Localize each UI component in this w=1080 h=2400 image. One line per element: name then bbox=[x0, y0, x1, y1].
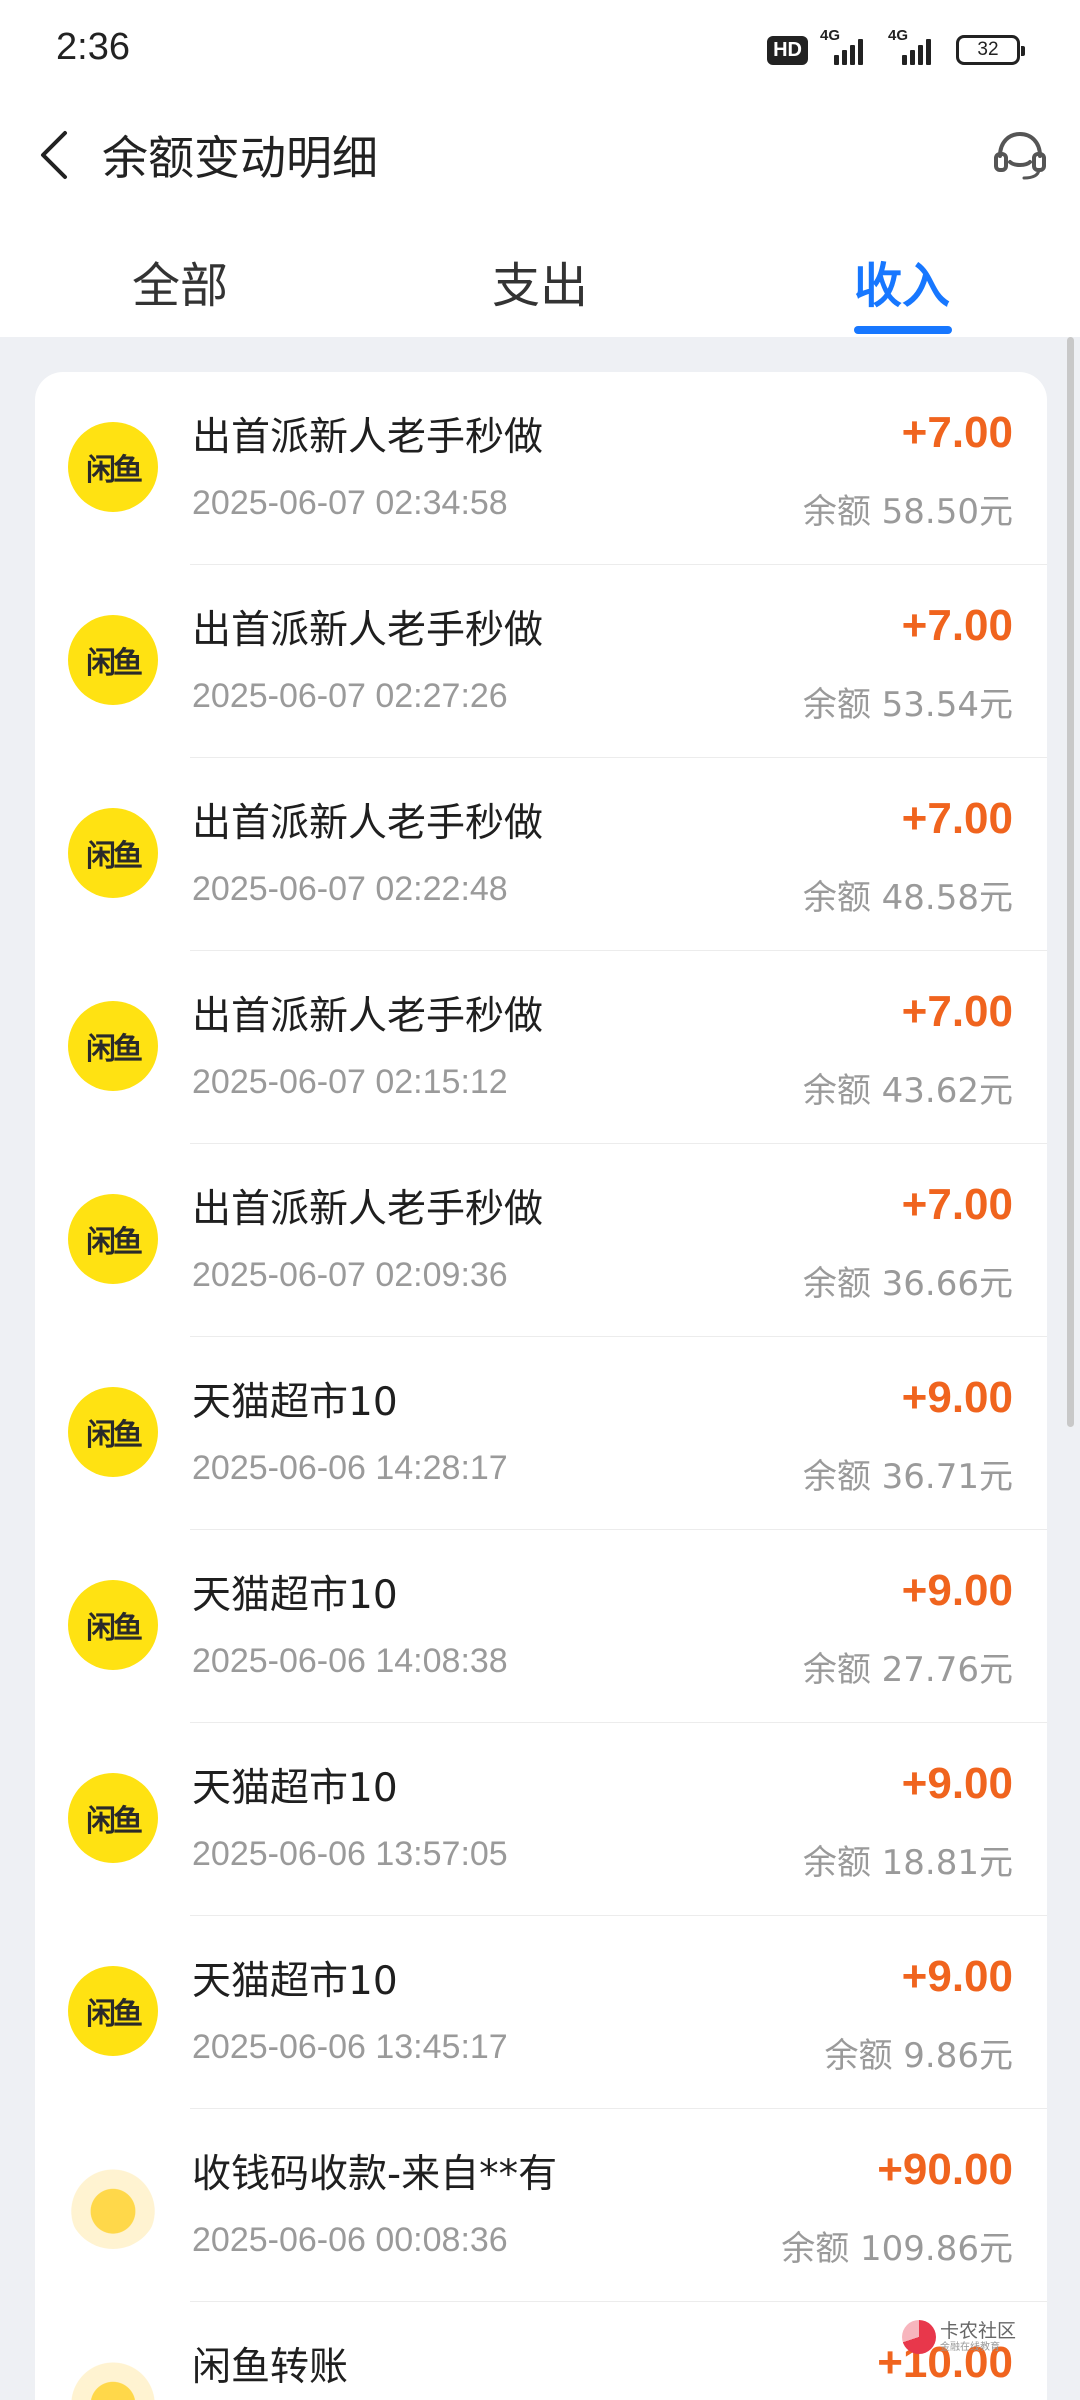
list-item[interactable]: 闲鱼 天猫超市10 2025-06-06 14:28:17 +9.00 余额 36.71… bbox=[35, 1337, 1047, 1530]
item-amount: +90.00 bbox=[877, 2145, 1013, 2194]
item-amount: +7.00 bbox=[901, 601, 1013, 650]
item-timestamp: 2025-06-06 00:08:36 bbox=[192, 2221, 508, 2259]
item-amount: +9.00 bbox=[901, 1952, 1013, 2001]
xianyu-avatar-icon: 闲鱼 bbox=[68, 1194, 158, 1284]
item-timestamp: 2025-06-07 02:09:36 bbox=[192, 1256, 508, 1294]
xianyu-logo-text: 闲鱼 bbox=[86, 453, 143, 488]
tab-income[interactable]: 收入 bbox=[854, 246, 950, 316]
item-title: 出首派新人老手秒做 bbox=[192, 608, 544, 653]
xianyu-avatar-icon: 闲鱼 bbox=[68, 1773, 158, 1863]
top-area: 2:36 HD 4G 4G 32 余额变动明细 全部 支出 收入 bbox=[0, 0, 1080, 337]
duck-avatar-icon bbox=[68, 2352, 158, 2400]
item-balance: 余额 36.71元 bbox=[802, 1457, 1013, 1497]
xianyu-avatar-icon: 闲鱼 bbox=[68, 1001, 158, 1091]
list-item[interactable]: 闲鱼 出首派新人老手秒做 2025-06-07 02:22:48 +7.00 余额 48… bbox=[35, 758, 1047, 951]
signal-icon-2: 4G bbox=[888, 27, 944, 65]
watermark-logo-icon bbox=[902, 2320, 936, 2354]
xianyu-logo-text: 闲鱼 bbox=[86, 646, 143, 681]
item-balance: 余额 53.54元 bbox=[802, 685, 1013, 725]
item-timestamp: 2025-06-06 14:08:38 bbox=[192, 1642, 508, 1680]
customer-service-button[interactable] bbox=[988, 122, 1052, 186]
xianyu-logo-text: 闲鱼 bbox=[86, 1225, 143, 1260]
records-list: 闲鱼 出首派新人老手秒做 2025-06-07 02:34:58 +7.00 余额 58… bbox=[35, 372, 1047, 2400]
item-timestamp: 2025-06-06 14:28:17 bbox=[192, 1449, 508, 1487]
item-balance: 余额 36.66元 bbox=[802, 1264, 1013, 1304]
filter-tabs: 全部 支出 收入 bbox=[0, 230, 1080, 337]
item-balance: 余额 109.86元 bbox=[781, 2229, 1013, 2269]
item-amount: +7.00 bbox=[901, 1180, 1013, 1229]
back-button[interactable] bbox=[24, 120, 84, 190]
item-amount: +9.00 bbox=[901, 1373, 1013, 1422]
battery-icon: 32 bbox=[956, 35, 1025, 65]
xianyu-avatar-icon: 闲鱼 bbox=[68, 1580, 158, 1670]
item-title: 出首派新人老手秒做 bbox=[192, 415, 544, 460]
nav-bar: 余额变动明细 bbox=[0, 100, 1080, 210]
xianyu-avatar-icon: 闲鱼 bbox=[68, 422, 158, 512]
item-title: 出首派新人老手秒做 bbox=[192, 801, 544, 846]
list-item[interactable]: 收钱码收款-来自**有 2025-06-06 00:08:36 +90.00 余额 1… bbox=[35, 2109, 1047, 2302]
hd-icon: HD bbox=[767, 35, 808, 65]
list-item[interactable]: 闲鱼 出首派新人老手秒做 2025-06-07 02:09:36 +7.00 余额 36… bbox=[35, 1144, 1047, 1337]
xianyu-logo-text: 闲鱼 bbox=[86, 1997, 143, 2032]
item-title: 出首派新人老手秒做 bbox=[192, 1187, 544, 1232]
item-balance: 余额 18.81元 bbox=[802, 1843, 1013, 1883]
xianyu-logo-text: 闲鱼 bbox=[86, 1418, 143, 1453]
item-title: 天猫超市10 bbox=[192, 1380, 398, 1425]
xianyu-avatar-icon: 闲鱼 bbox=[68, 1966, 158, 2056]
item-balance: 余额 58.50元 bbox=[802, 492, 1013, 532]
xianyu-avatar-icon: 闲鱼 bbox=[68, 808, 158, 898]
list-item[interactable]: 闲鱼 天猫超市10 2025-06-06 13:57:05 +9.00 余额 18.81… bbox=[35, 1723, 1047, 1916]
item-amount: +7.00 bbox=[901, 408, 1013, 457]
xianyu-logo-text: 闲鱼 bbox=[86, 1611, 143, 1646]
item-title: 天猫超市10 bbox=[192, 1573, 398, 1618]
item-timestamp: 2025-06-07 02:27:26 bbox=[192, 677, 508, 715]
item-amount: +7.00 bbox=[901, 794, 1013, 843]
status-icons: HD 4G 4G 32 bbox=[767, 27, 1025, 70]
page-title: 余额变动明细 bbox=[102, 131, 378, 185]
xianyu-logo-text: 闲鱼 bbox=[86, 1804, 143, 1839]
tab-expense[interactable]: 支出 bbox=[492, 246, 588, 316]
chevron-left-icon bbox=[41, 131, 67, 179]
xianyu-logo-text: 闲鱼 bbox=[86, 839, 143, 874]
status-time: 2:36 bbox=[56, 26, 130, 68]
item-timestamp: 2025-06-07 02:22:48 bbox=[192, 870, 508, 908]
watermark-text: 卡农社区 金融在线教育 bbox=[940, 2319, 1017, 2353]
item-balance: 余额 9.86元 bbox=[824, 2036, 1013, 2076]
list-item[interactable]: 闲鱼 出首派新人老手秒做 2025-06-07 02:34:58 +7.00 余额 58… bbox=[35, 372, 1047, 565]
item-amount: +9.00 bbox=[901, 1566, 1013, 1615]
item-timestamp: 2025-06-07 02:15:12 bbox=[192, 1063, 508, 1101]
item-balance: 余额 48.58元 bbox=[802, 878, 1013, 918]
xianyu-avatar-icon: 闲鱼 bbox=[68, 1387, 158, 1477]
item-timestamp: 2025-06-06 13:57:05 bbox=[192, 1835, 508, 1873]
item-title: 闲鱼转账 bbox=[192, 2345, 349, 2390]
watermark: 卡农社区 金融在线教育 bbox=[902, 2316, 1022, 2358]
scrollbar[interactable] bbox=[1067, 337, 1074, 1427]
duck-avatar-icon bbox=[68, 2159, 158, 2249]
tab-all[interactable]: 全部 bbox=[132, 246, 228, 316]
xianyu-avatar-icon: 闲鱼 bbox=[68, 615, 158, 705]
item-title: 收钱码收款-来自**有 bbox=[192, 2152, 558, 2197]
list-item[interactable]: 闲鱼 天猫超市10 2025-06-06 13:45:17 +9.00 余额 9.86元 bbox=[35, 1916, 1047, 2109]
item-title: 天猫超市10 bbox=[192, 1766, 398, 1811]
item-amount: +7.00 bbox=[901, 987, 1013, 1036]
signal-icon: 4G bbox=[820, 27, 876, 65]
item-title: 天猫超市10 bbox=[192, 1959, 398, 2004]
list-item[interactable]: 闲鱼转账 +10.00 bbox=[35, 2302, 1047, 2400]
status-bar: 2:36 HD 4G 4G 32 bbox=[0, 0, 1080, 100]
item-amount: +9.00 bbox=[901, 1759, 1013, 1808]
list-item[interactable]: 闲鱼 天猫超市10 2025-06-06 14:08:38 +9.00 余额 27.76… bbox=[35, 1530, 1047, 1723]
headset-icon bbox=[994, 131, 1046, 180]
item-timestamp: 2025-06-07 02:34:58 bbox=[192, 484, 508, 522]
list-item[interactable]: 闲鱼 出首派新人老手秒做 2025-06-07 02:27:26 +7.00 余额 53… bbox=[35, 565, 1047, 758]
item-title: 出首派新人老手秒做 bbox=[192, 994, 544, 1039]
tab-indicator bbox=[854, 326, 952, 334]
item-balance: 余额 43.62元 bbox=[802, 1071, 1013, 1111]
item-balance: 余额 27.76元 bbox=[802, 1650, 1013, 1690]
item-timestamp: 2025-06-06 13:45:17 bbox=[192, 2028, 508, 2066]
xianyu-logo-text: 闲鱼 bbox=[86, 1032, 143, 1067]
list-item[interactable]: 闲鱼 出首派新人老手秒做 2025-06-07 02:15:12 +7.00 余额 43… bbox=[35, 951, 1047, 1144]
